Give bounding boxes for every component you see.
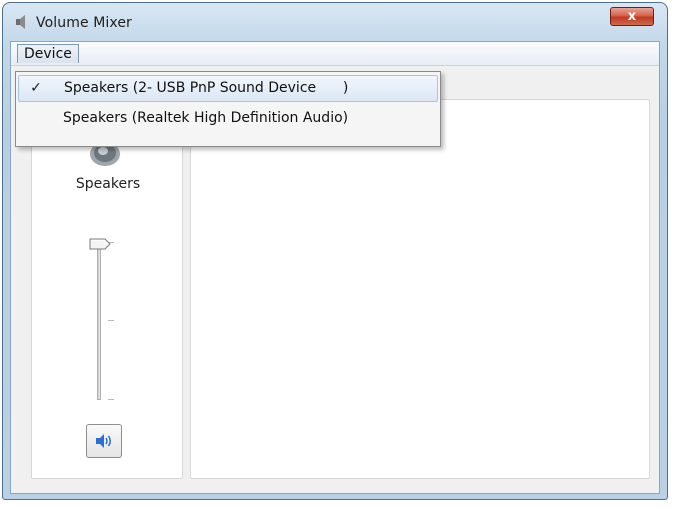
mute-button[interactable] (86, 424, 122, 458)
device-dropdown-menu: ✓ Speakers (2- USB PnP Sound Device ) Sp… (15, 71, 441, 147)
app-speaker-icon (16, 15, 25, 29)
applications-panel (190, 99, 650, 479)
slider-tick (108, 399, 114, 400)
speaker-volume-icon (96, 434, 111, 448)
slider-tick (108, 320, 114, 321)
volume-slider-thumb[interactable] (89, 238, 111, 250)
close-icon: x (627, 9, 637, 24)
checkmark-icon: ✓ (30, 80, 42, 96)
menu-device[interactable]: Device (17, 44, 79, 63)
close-button[interactable]: x (610, 7, 654, 26)
menu-item-label: Speakers (2- USB PnP Sound Device ) (64, 80, 349, 96)
device-label: Speakers (75, 176, 141, 192)
window-title: Volume Mixer (36, 15, 132, 31)
device-panel: Speakers (31, 99, 183, 479)
menu-item-label: Speakers (Realtek High Definition Audio) (63, 110, 349, 126)
volume-slider-track[interactable] (97, 240, 101, 400)
title-bar[interactable]: Volume Mixer x (3, 3, 667, 41)
menu-item-realtek-speakers[interactable]: Speakers (Realtek High Definition Audio) (18, 105, 438, 132)
menu-bar: Device (11, 42, 659, 66)
menu-item-usb-speakers[interactable]: ✓ Speakers (2- USB PnP Sound Device ) (18, 75, 438, 102)
